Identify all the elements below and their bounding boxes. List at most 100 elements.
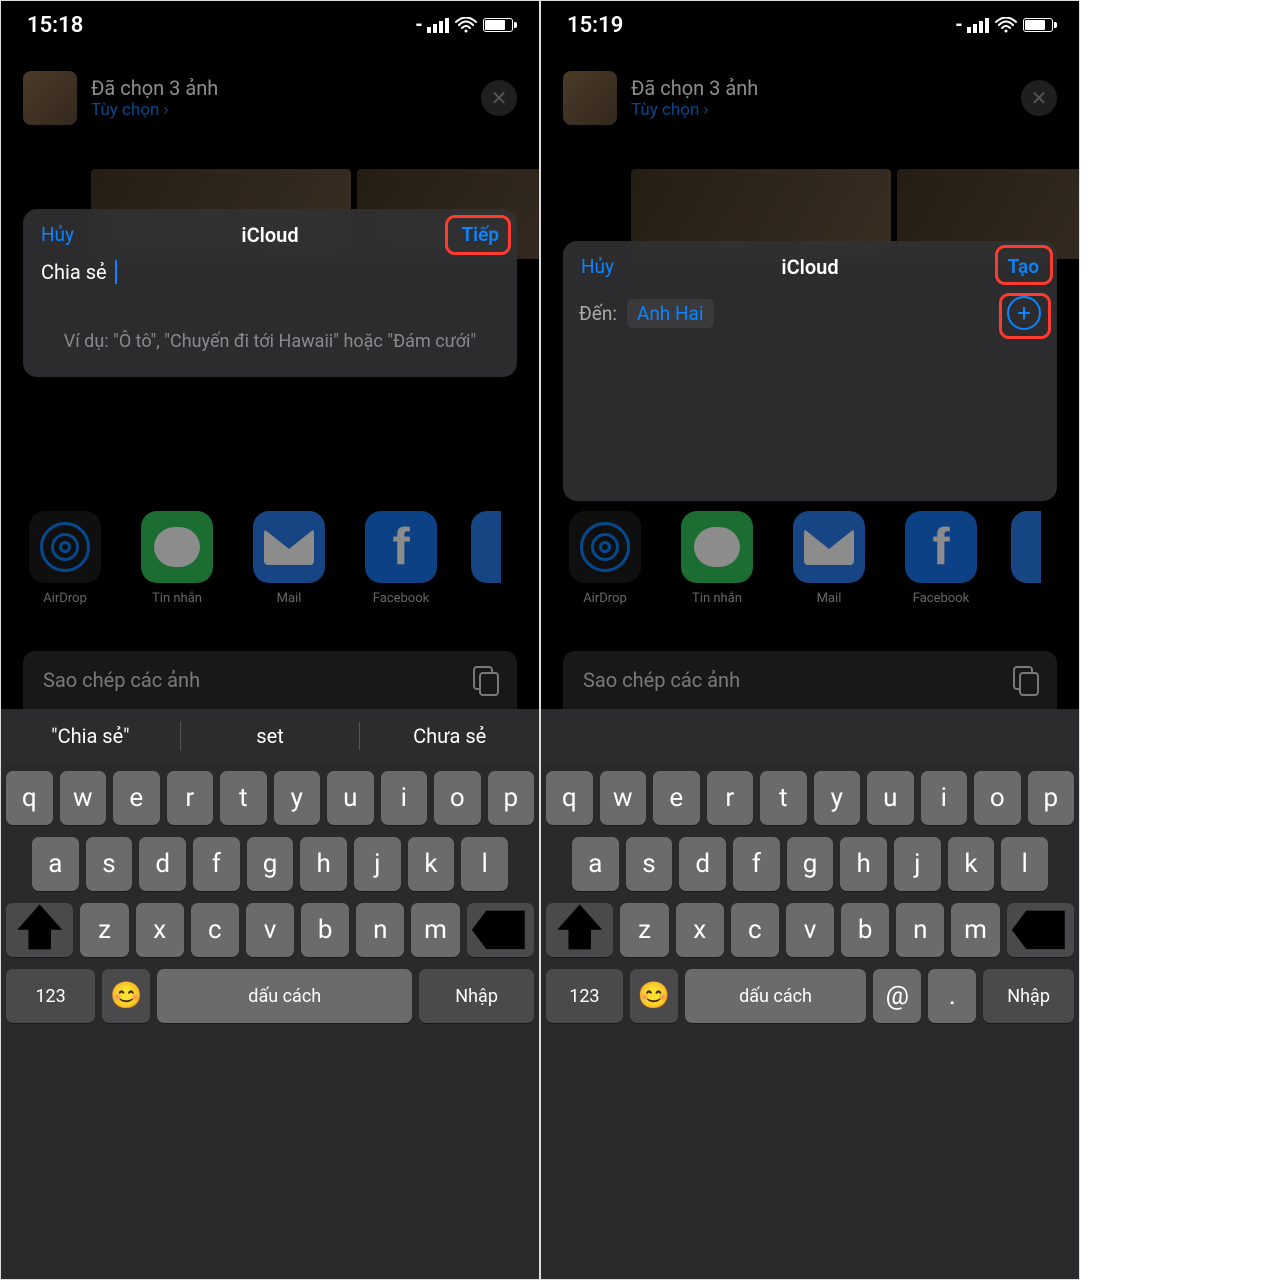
key-m[interactable]: m [411,903,459,957]
key-v[interactable]: v [786,903,834,957]
wifi-icon [455,17,477,33]
at-key[interactable]: @ [873,969,921,1023]
key-g[interactable]: g [787,837,834,891]
key-g[interactable]: g [247,837,294,891]
copy-action[interactable]: Sao chép các ảnh [23,651,517,709]
key-z[interactable]: z [620,903,668,957]
create-button[interactable]: Tạo [1008,255,1039,278]
emoji-key[interactable]: 😊 [630,969,678,1023]
key-o[interactable]: o [974,771,1021,825]
key-u[interactable]: u [327,771,374,825]
key-k[interactable]: k [408,837,455,891]
app-airdrop[interactable]: AirDrop [563,511,647,606]
emoji-key[interactable]: 😊 [102,969,150,1023]
key-y[interactable]: y [814,771,861,825]
key-l[interactable]: l [1001,837,1048,891]
app-more[interactable] [471,511,501,583]
key-x[interactable]: x [136,903,184,957]
key-w[interactable]: w [60,771,107,825]
copy-action[interactable]: Sao chép các ảnh [563,651,1057,709]
delete-key[interactable] [467,903,534,957]
key-n[interactable]: n [356,903,404,957]
key-d[interactable]: d [139,837,186,891]
key-r[interactable]: r [167,771,214,825]
key-l[interactable]: l [461,837,508,891]
key-c[interactable]: c [731,903,779,957]
cancel-button[interactable]: Hủy [41,223,74,246]
key-t[interactable]: t [220,771,267,825]
share-title: Đã chọn 3 ảnh [631,76,1007,100]
key-i[interactable]: i [921,771,968,825]
key-p[interactable]: p [1028,771,1075,825]
app-more[interactable] [1011,511,1041,583]
delete-key[interactable] [1007,903,1074,957]
share-options-link[interactable]: Tùy chọn › [91,100,467,120]
key-s[interactable]: s [86,837,133,891]
key-u[interactable]: u [867,771,914,825]
app-facebook[interactable]: fFacebook [359,511,443,606]
space-key[interactable]: dấu cách [157,969,412,1023]
app-airdrop[interactable]: AirDrop [23,511,107,606]
app-messages[interactable]: Tin nhắn [675,511,759,606]
numbers-key[interactable]: 123 [546,969,623,1023]
key-f[interactable]: f [193,837,240,891]
key-q[interactable]: q [6,771,53,825]
key-k[interactable]: k [948,837,995,891]
key-a[interactable]: a [572,837,619,891]
key-s[interactable]: s [626,837,673,891]
key-p[interactable]: p [488,771,535,825]
key-a[interactable]: a [32,837,79,891]
next-button[interactable]: Tiếp [461,223,499,246]
suggestion-1[interactable]: "Chia sẻ" [1,724,180,748]
key-f[interactable]: f [733,837,780,891]
key-h[interactable]: h [300,837,347,891]
name-input[interactable]: Chia sẻ [23,256,517,294]
key-c[interactable]: c [191,903,239,957]
return-key[interactable]: Nhập [419,969,534,1023]
app-messages[interactable]: Tin nhắn [135,511,219,606]
key-v[interactable]: v [246,903,294,957]
space-key[interactable]: dấu cách [685,969,866,1023]
suggestion-3[interactable]: Chưa sẻ [360,724,539,748]
key-m[interactable]: m [951,903,999,957]
key-e[interactable]: e [653,771,700,825]
key-z[interactable]: z [80,903,128,957]
add-recipient-button[interactable]: + [1007,296,1041,330]
shift-key[interactable] [546,903,613,957]
to-field[interactable]: Đến: Anh Hai + [563,288,1057,340]
cancel-button[interactable]: Hủy [581,255,614,278]
close-button[interactable]: ✕ [481,80,517,116]
key-x[interactable]: x [676,903,724,957]
key-n[interactable]: n [896,903,944,957]
key-i[interactable]: i [381,771,428,825]
recipient-chip[interactable]: Anh Hai [627,299,714,328]
key-b[interactable]: b [841,903,889,957]
key-y[interactable]: y [274,771,321,825]
key-d[interactable]: d [679,837,726,891]
copy-icon [1013,666,1037,694]
key-b[interactable]: b [301,903,349,957]
shift-key[interactable] [6,903,73,957]
key-o[interactable]: o [434,771,481,825]
key-w[interactable]: w [600,771,647,825]
key-e[interactable]: e [113,771,160,825]
facebook-icon: f [365,511,437,583]
dot-key[interactable]: . [928,969,976,1023]
share-options-link[interactable]: Tùy chọn › [631,100,1007,120]
numbers-key[interactable]: 123 [6,969,95,1023]
suggestion-2[interactable]: set [181,724,360,748]
key-t[interactable]: t [760,771,807,825]
app-facebook[interactable]: fFacebook [899,511,983,606]
key-r[interactable]: r [707,771,754,825]
key-q[interactable]: q [546,771,593,825]
key-h[interactable]: h [840,837,887,891]
thumbnail [23,71,77,125]
key-j[interactable]: j [354,837,401,891]
right-screen: 15:19 ▪▪ Đã chọn 3 ảnh Tùy chọn › ✕ Hủy … [540,0,1080,1280]
return-key[interactable]: Nhập [983,969,1074,1023]
app-mail[interactable]: Mail [787,511,871,606]
key-j[interactable]: j [894,837,941,891]
close-button[interactable]: ✕ [1021,80,1057,116]
wifi-icon [995,17,1017,33]
app-mail[interactable]: Mail [247,511,331,606]
